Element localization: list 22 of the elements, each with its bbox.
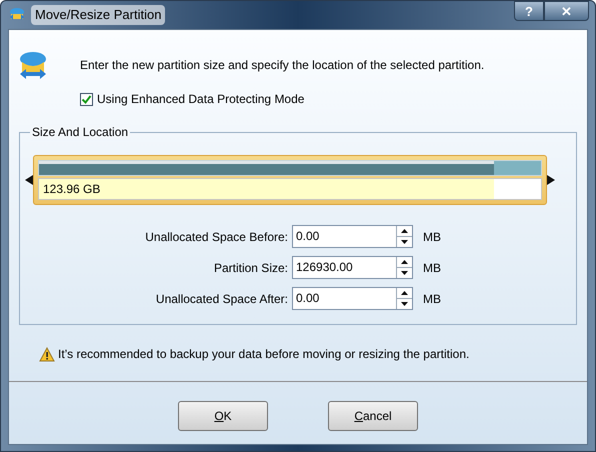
cancel-button[interactable]: Cancel: [328, 401, 418, 431]
checkbox[interactable]: [80, 92, 93, 106]
number-spinbox[interactable]: 126930.00: [292, 256, 413, 279]
unit-label: MB: [423, 260, 441, 276]
window-title: Move/Resize Partition: [31, 5, 166, 25]
ok-button[interactable]: OK: [178, 401, 268, 431]
checkbox-label: Using Enhanced Data Protecting Mode: [97, 91, 304, 108]
group-title: Size And Location: [30, 125, 130, 139]
partition-resize-icon: [18, 50, 48, 82]
partition-size-label: 123.96 GB: [43, 181, 100, 198]
unit-label: MB: [423, 290, 441, 308]
field-label: Unallocated Space After:: [154, 290, 289, 308]
partition-block[interactable]: 123.96 GB: [33, 155, 547, 205]
number-spinbox[interactable]: 0.00: [292, 287, 413, 310]
app-icon: [9, 7, 25, 23]
field-label: Partition Size:: [212, 260, 289, 276]
unit-label: MB: [423, 228, 441, 246]
warning-text: It’s recommended to backup your data before moving or resizing the partition.: [58, 346, 470, 363]
field-label: Unallocated Space Before:: [144, 228, 289, 246]
number-spinbox[interactable]: 0.00: [292, 225, 413, 248]
instruction-text: Enter the new partition size and specify the location of the selected partition.: [80, 57, 484, 74]
warning-icon: [39, 346, 55, 362]
